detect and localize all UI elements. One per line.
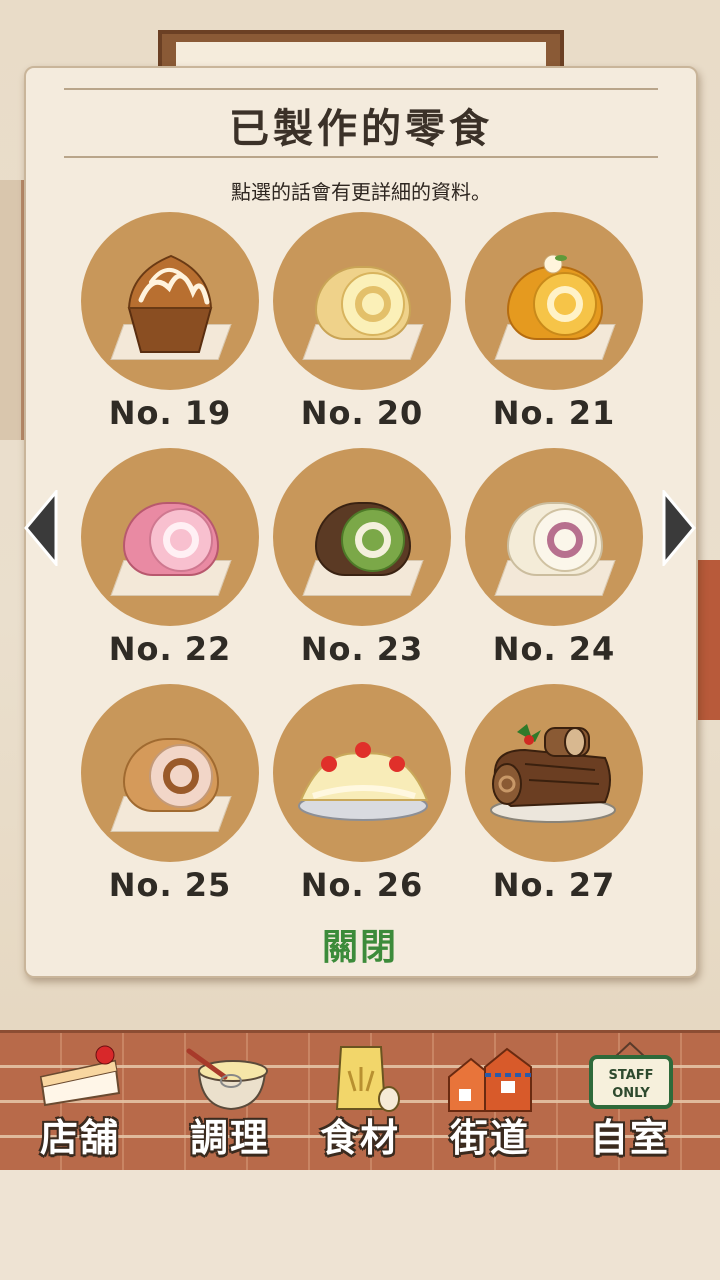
snack-number: No. 26	[300, 866, 424, 904]
snack-item-19[interactable]: No. 19	[80, 212, 260, 432]
snack-item-21[interactable]: No. 21	[464, 212, 644, 432]
nav-label: 調理	[189, 1116, 270, 1160]
snack-item-25[interactable]: No. 25	[80, 684, 260, 904]
custard-roll-cake-icon	[273, 212, 451, 390]
berry-roll-cake-icon	[465, 448, 643, 626]
snack-number: No. 27	[492, 866, 616, 904]
panel-subtitle: 點選的話會有更詳細的資料。	[231, 180, 491, 204]
strawberry-roll-cake-icon	[81, 448, 259, 626]
snack-item-27[interactable]: No. 27	[464, 684, 644, 904]
nav-cook-button[interactable]: 調理	[164, 1041, 296, 1169]
nav-label: 店舖	[39, 1116, 120, 1160]
matcha-roll-cake-icon	[273, 448, 451, 626]
snack-item-26[interactable]: No. 26	[272, 684, 452, 904]
prev-page-arrow[interactable]	[22, 487, 58, 569]
snack-number: No. 19	[108, 394, 232, 432]
panel-title: 已製作的零食	[229, 106, 493, 152]
snack-item-24[interactable]: No. 24	[464, 448, 644, 668]
pumpkin-roll-cake-icon	[465, 212, 643, 390]
chevron-right-icon	[662, 487, 696, 569]
snack-number: No. 25	[108, 866, 232, 904]
next-page-arrow[interactable]	[662, 487, 698, 569]
snack-item-22[interactable]: No. 22	[80, 448, 260, 668]
flour-bag-icon	[315, 1041, 405, 1113]
background-shelf	[0, 180, 24, 440]
snack-number: No. 21	[492, 394, 616, 432]
cupcake-icon	[81, 212, 259, 390]
mixing-bowl-icon	[185, 1041, 275, 1113]
snack-grid: No. 19 No. 20 No. 21 No. 22 No. 23 No. 2…	[80, 212, 654, 912]
staff-only-sign-icon: STAFF ONLY	[585, 1041, 675, 1113]
street-houses-icon	[445, 1041, 535, 1113]
nav-street-button[interactable]: 街道	[424, 1041, 556, 1169]
nav-label: 自室	[589, 1116, 670, 1160]
close-button[interactable]: 關閉	[300, 922, 420, 974]
snack-item-23[interactable]: No. 23	[272, 448, 452, 668]
nav-ingredients-button[interactable]: 食材	[294, 1041, 426, 1169]
nav-label: 街道	[449, 1116, 530, 1160]
nav-label: 食材	[319, 1116, 400, 1160]
snacks-panel: 已製作的零食 點選的話會有更詳細的資料。 No. 19 No. 20 No. 2…	[24, 66, 698, 978]
nav-shop-button[interactable]: 店舖	[14, 1041, 146, 1169]
sign-text-only: ONLY	[612, 1086, 650, 1101]
snack-number: No. 20	[300, 394, 424, 432]
snack-number: No. 24	[492, 630, 616, 668]
title-bottom-rule	[64, 156, 658, 158]
buche-de-noel-icon	[465, 684, 643, 862]
snack-number: No. 22	[108, 630, 232, 668]
sign-text-staff: STAFF	[608, 1068, 653, 1083]
strawberry-crepe-icon	[273, 684, 451, 862]
chevron-left-icon	[24, 487, 58, 569]
bottom-empty-area	[0, 1170, 720, 1280]
title-top-rule	[64, 88, 658, 90]
nav-room-button[interactable]: STAFF ONLY 自室	[564, 1041, 696, 1169]
bottom-nav: 店舖 調理 食材 街道 STAFF ONLY 自室	[0, 1030, 720, 1170]
cake-slice-icon	[35, 1041, 125, 1113]
chocolate-chip-roll-cake-icon	[81, 684, 259, 862]
snack-number: No. 23	[300, 630, 424, 668]
snack-item-20[interactable]: No. 20	[272, 212, 452, 432]
